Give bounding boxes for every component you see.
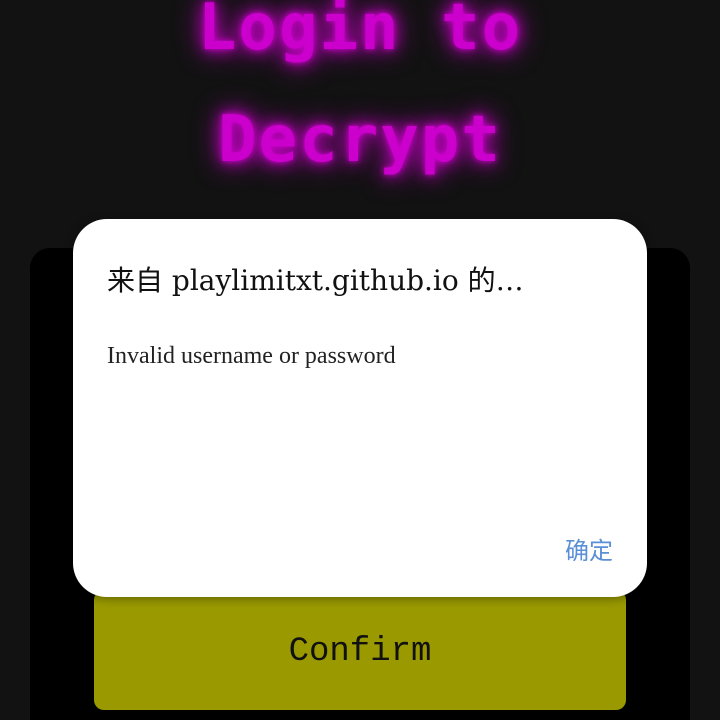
dialog-ok-button[interactable]: 确定 — [565, 531, 613, 566]
alert-dialog: 来自 playlimitxt.github.io 的… Invalid user… — [73, 219, 647, 597]
confirm-button[interactable]: Confirm — [94, 590, 626, 710]
dialog-title: 来自 playlimitxt.github.io 的… — [107, 264, 524, 297]
title-line-1: Login to — [197, 0, 523, 65]
dialog-message: Invalid username or password — [107, 343, 396, 369]
page: Login to Decrypt Confirm 来自 playlimitxt.… — [0, 0, 720, 720]
title-line-2: Decrypt — [218, 103, 502, 177]
page-title: Login to Decrypt — [0, 0, 720, 196]
